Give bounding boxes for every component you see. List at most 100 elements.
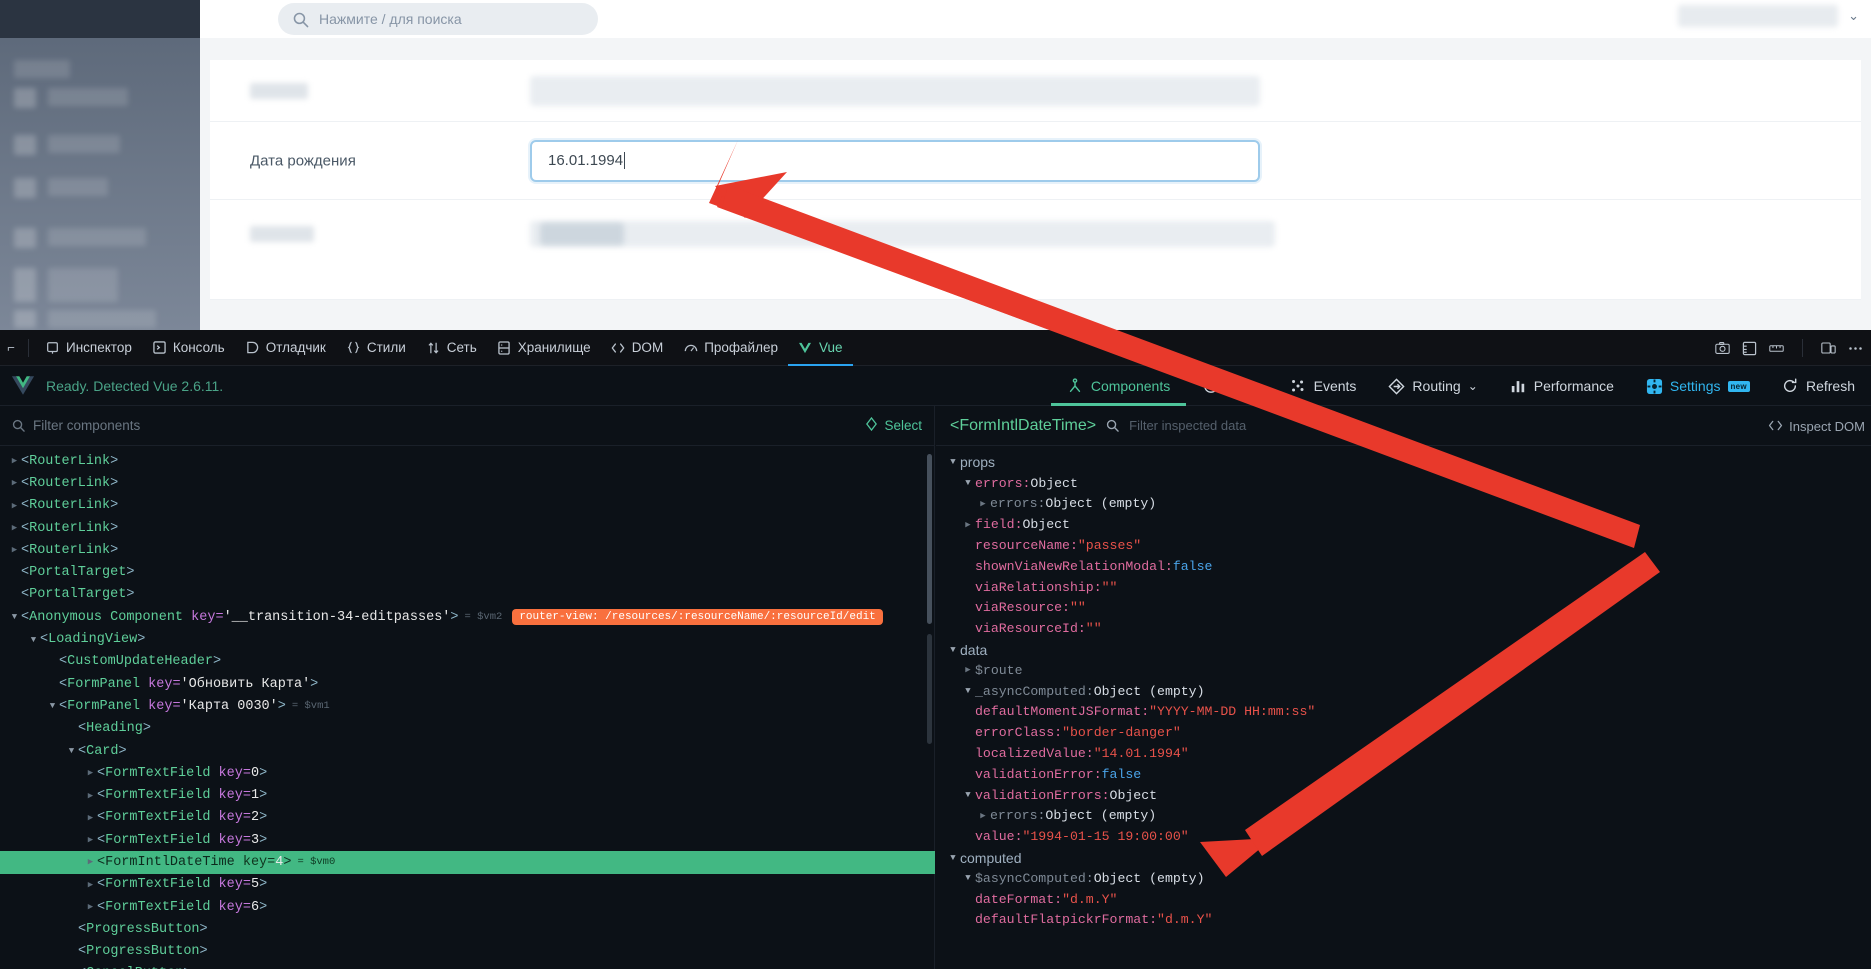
expand-arrow-closed-icon[interactable]: ▶ [84, 857, 97, 867]
expand-arrow-closed-icon[interactable]: ▶ [961, 520, 975, 530]
more-options-icon[interactable] [1848, 341, 1863, 356]
sidebar-blurred-item[interactable] [14, 60, 70, 78]
vue-tab-performance[interactable]: Performance [1494, 366, 1630, 406]
inspected-data-row[interactable]: viaResource: "" [936, 598, 1871, 619]
expand-arrow-closed-icon[interactable]: ▶ [976, 811, 990, 821]
ruler-icon[interactable] [1769, 341, 1784, 356]
expand-arrow-closed-icon[interactable]: ▶ [8, 545, 21, 555]
field-input-blurred[interactable] [530, 221, 1275, 247]
inspected-data-row[interactable]: ▶ $route [936, 660, 1871, 681]
expand-arrow-closed-icon[interactable]: ▶ [8, 478, 21, 488]
inspected-section-header[interactable]: ▼ props [936, 452, 1871, 473]
component-tree-row[interactable]: ▶ <FormTextField key=1> [0, 784, 935, 806]
component-tree-row[interactable]: ▸<ProgressButton> [0, 941, 935, 963]
inspected-data-list[interactable]: ▼ props ▼ errors: Object ▶ errors: Object (em… [936, 446, 1871, 969]
component-tree-row[interactable]: ▶ <FormTextField key=5> [0, 874, 935, 896]
inspected-data-row[interactable]: ▼ validationErrors: Object [936, 785, 1871, 806]
expand-arrow-open-icon[interactable]: ▼ [961, 790, 975, 800]
expand-arrow-closed-icon[interactable]: ▶ [8, 501, 21, 511]
vue-tab-components[interactable]: Components [1051, 366, 1186, 406]
inspected-data-row[interactable]: shownViaNewRelationModal: false [936, 556, 1871, 577]
screenshot-icon[interactable] [1715, 341, 1730, 356]
vue-tab-events[interactable]: Events [1274, 366, 1373, 406]
sidebar-blurred-item[interactable] [48, 310, 156, 328]
inspected-data-row[interactable]: ▶ errors: Object (empty) [936, 494, 1871, 515]
component-tree-row[interactable]: ▸<Heading> [0, 718, 935, 740]
component-tree-row[interactable]: ▶ <FormTextField key=3> [0, 829, 935, 851]
inspected-data-row[interactable]: ▼ errors: Object [936, 473, 1871, 494]
sidebar-blurred-item[interactable] [48, 178, 108, 196]
sidebar-blurred-icon[interactable] [14, 178, 36, 198]
component-tree-row[interactable]: ▸<ProgressButton> [0, 918, 935, 940]
component-tree-row[interactable]: ▶ <RouterLink> [0, 495, 935, 517]
inspected-data-row[interactable]: dateFormat: "d.m.Y" [936, 889, 1871, 910]
component-tree-row[interactable]: ▸<PortalTarget> [0, 584, 935, 606]
date-of-birth-input[interactable]: 16.01.1994 [530, 139, 1260, 182]
sidebar-blurred-icon[interactable] [14, 88, 36, 108]
sidebar-blurred-icon[interactable] [14, 135, 36, 155]
expand-arrow-open-icon[interactable]: ▼ [46, 701, 59, 711]
expand-arrow-open-icon[interactable]: ▼ [8, 612, 21, 622]
devtools-tab-debugger[interactable]: Отладчик [235, 330, 336, 366]
vue-tab-routing[interactable]: Routing ⌄ [1372, 366, 1493, 406]
devtools-tab-dom[interactable]: DOM [601, 330, 674, 366]
filter-inspected-data-input[interactable]: Filter inspected data [1129, 418, 1246, 433]
expand-arrow-closed-icon[interactable]: ▶ [84, 835, 97, 845]
sidebar-blurred-icon[interactable] [14, 268, 36, 302]
component-tree-row[interactable]: ▶ <FormTextField key=0> [0, 762, 935, 784]
expand-arrow-closed-icon[interactable]: ▶ [84, 791, 97, 801]
devtools-tab-vue[interactable]: Vue [788, 330, 853, 366]
expand-arrow-closed-icon[interactable]: ▶ [84, 902, 97, 912]
inspected-data-row[interactable]: defaultFlatpickrFormat: "d.m.Y" [936, 910, 1871, 931]
devtools-tab-profiler[interactable]: Профайлер [673, 330, 788, 366]
inspected-data-row[interactable]: ▼ _asyncComputed: Object (empty) [936, 681, 1871, 702]
pick-element-icon[interactable]: ⌐ [0, 340, 22, 355]
component-tree-row[interactable]: ▸<CancelButton> [0, 963, 935, 969]
user-menu[interactable]: ⌄ [1678, 5, 1859, 27]
expand-arrow-closed-icon[interactable]: ▶ [961, 665, 975, 675]
sidebar-blurred-icon[interactable] [14, 228, 36, 248]
inspected-data-row[interactable]: viaRelationship: "" [936, 577, 1871, 598]
inspected-data-row[interactable]: viaResourceId: "" [936, 618, 1871, 639]
expand-arrow-closed-icon[interactable]: ▶ [8, 456, 21, 466]
component-tree-row[interactable]: ▸<FormPanel key='Обновить Карта'> [0, 673, 935, 695]
component-tree-row[interactable]: ▶ <RouterLink> [0, 539, 935, 561]
expand-arrow-closed-icon[interactable]: ▶ [8, 523, 21, 533]
component-tree-row[interactable]: ▶ <FormTextField key=2> [0, 807, 935, 829]
inspect-dom-button[interactable]: Inspect DOM [1768, 406, 1865, 446]
expand-arrow-open-icon[interactable]: ▼ [961, 686, 975, 696]
component-tree-row[interactable]: ▶ <FormIntlDateTime key=4> = $vm0 [0, 851, 935, 874]
expand-arrow-open-icon[interactable]: ▼ [961, 478, 975, 488]
filter-components-input[interactable]: Filter components [33, 418, 857, 433]
devtools-tab-console[interactable]: Консоль [142, 330, 235, 366]
component-tree-row[interactable]: ▼ <FormPanel key='Карта 0030'> = $vm1 [0, 695, 935, 717]
select-component-button[interactable]: Select [865, 416, 922, 434]
expand-arrow-open-icon[interactable]: ▼ [946, 853, 960, 863]
inspected-data-row[interactable]: ▼ $asyncComputed: Object (empty) [936, 868, 1871, 889]
devtools-tab-network[interactable]: Сеть [416, 330, 487, 366]
component-tree-row[interactable]: ▼ <Card> [0, 740, 935, 762]
tree-scrollbar-thumb[interactable] [927, 454, 932, 624]
inspected-section-header[interactable]: ▼ computed [936, 847, 1871, 868]
inspected-data-row[interactable]: errorClass: "border-danger" [936, 722, 1871, 743]
vue-tab-vuex[interactable]: Vuex [1186, 366, 1273, 406]
sidebar-blurred-item[interactable] [48, 228, 146, 246]
component-tree-row[interactable]: ▶ <FormTextField key=6> [0, 896, 935, 918]
expand-arrow-open-icon[interactable]: ▼ [65, 746, 78, 756]
sidebar-blurred-item[interactable] [48, 268, 118, 302]
expand-arrow-open-icon[interactable]: ▼ [946, 457, 960, 467]
expand-arrow-open-icon[interactable]: ▼ [961, 873, 975, 883]
devtools-tab-storage[interactable]: Хранилище [487, 330, 601, 366]
sidebar-blurred-item[interactable] [48, 135, 120, 153]
sidebar-blurred-item[interactable] [48, 88, 128, 106]
inspected-data-row[interactable]: ▶ field: Object [936, 514, 1871, 535]
inspected-data-row[interactable]: value: "1994-01-15 19:00:00" [936, 826, 1871, 847]
sidebar-blurred-icon[interactable] [14, 310, 36, 328]
inspected-data-row[interactable]: ▶ errors: Object (empty) [936, 806, 1871, 827]
inspected-section-header[interactable]: ▼ data [936, 639, 1871, 660]
expand-arrow-closed-icon[interactable]: ▶ [976, 499, 990, 509]
component-tree-row[interactable]: ▸<CustomUpdateHeader> [0, 651, 935, 673]
inspected-data-row[interactable]: localizedValue: "14.01.1994" [936, 743, 1871, 764]
expand-arrow-closed-icon[interactable]: ▶ [84, 768, 97, 778]
devtools-tab-styles[interactable]: Стили [336, 330, 416, 366]
